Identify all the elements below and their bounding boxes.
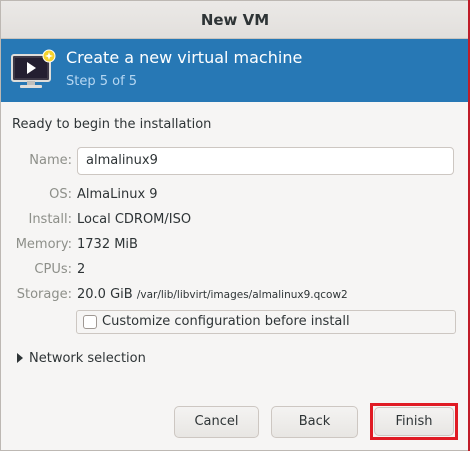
ready-text: Ready to begin the installation xyxy=(12,117,212,132)
wizard-heading: Create a new virtual machine xyxy=(66,48,303,67)
finish-highlight-box xyxy=(370,403,458,440)
customize-checkbox-row[interactable]: Customize configuration before install xyxy=(76,310,456,334)
os-value: AlmaLinux 9 xyxy=(77,187,158,202)
os-label: OS: xyxy=(49,187,72,202)
back-button[interactable]: Back xyxy=(271,406,358,438)
name-label: Name: xyxy=(29,153,72,168)
cpus-label: CPUs: xyxy=(34,262,72,277)
memory-value: 1732 MiB xyxy=(77,237,138,252)
install-value: Local CDROM/ISO xyxy=(77,212,192,227)
new-vm-dialog: New VM Create a new virtual machine Step… xyxy=(0,0,470,451)
network-selection-expander[interactable]: Network selection xyxy=(17,349,146,367)
title-bar[interactable]: New VM xyxy=(1,1,469,39)
storage-value: 20.0 GiB /var/lib/libvirt/images/almalin… xyxy=(77,287,348,302)
cancel-button[interactable]: Cancel xyxy=(174,406,259,438)
computer-monitor-icon xyxy=(11,49,56,88)
expander-arrow-icon[interactable] xyxy=(17,353,23,363)
cpus-value: 2 xyxy=(77,262,86,277)
storage-label: Storage: xyxy=(16,287,72,302)
wizard-step: Step 5 of 5 xyxy=(66,74,138,89)
storage-path: /var/lib/libvirt/images/almalinux9.qcow2 xyxy=(136,289,348,301)
customize-checkbox-label[interactable]: Customize configuration before install xyxy=(102,314,350,329)
network-selection-label[interactable]: Network selection xyxy=(29,351,146,366)
customize-checkbox[interactable] xyxy=(83,315,97,329)
storage-size: 20.0 GiB xyxy=(77,287,133,302)
memory-label: Memory: xyxy=(15,237,72,252)
vm-name-input[interactable]: almalinux9 xyxy=(77,147,454,175)
window-title: New VM xyxy=(200,10,270,29)
install-label: Install: xyxy=(28,212,72,227)
wizard-header: Create a new virtual machine Step 5 of 5 xyxy=(1,39,469,102)
